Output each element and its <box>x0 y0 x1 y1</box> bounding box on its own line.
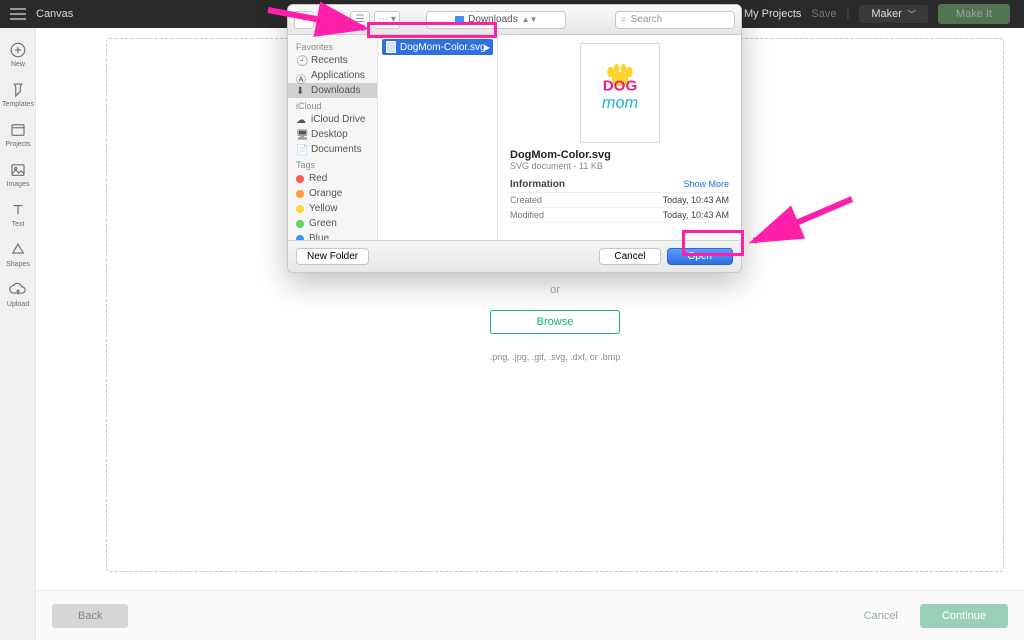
tag-green[interactable]: Green <box>288 216 377 231</box>
cancel-button[interactable]: Cancel <box>854 604 908 628</box>
sidebar-item-label: Desktop <box>311 129 348 140</box>
location-label: Downloads <box>468 14 517 25</box>
rail-text[interactable]: Text <box>0 194 36 234</box>
sidebar-item-label: Orange <box>309 188 342 199</box>
browse-button[interactable]: Browse <box>490 310 621 334</box>
preview-filekind: SVG document - 11 KB <box>510 161 729 171</box>
show-more-link[interactable]: Show More <box>683 179 729 190</box>
sidebar-item-label: Blue <box>309 233 329 240</box>
sidebar-heading-favorites: Favorites <box>288 39 377 53</box>
modified-value: Today, 10:43 AM <box>663 210 729 220</box>
sidebar-item-label: Downloads <box>311 85 360 96</box>
downloads-icon: ⬇ <box>296 86 306 96</box>
svg-text:mom: mom <box>601 94 637 112</box>
sidebar-item-downloads[interactable]: ⬇ Downloads <box>288 83 377 98</box>
sidebar-item-label: Recents <box>311 55 348 66</box>
annotation-arrow-file <box>260 0 390 40</box>
finder-dialog: ‹ › ☰ ⋯ ▾ Downloads ▲▼ ⌕ Search Favorite… <box>287 4 742 273</box>
modified-label: Modified <box>510 210 544 220</box>
cloud-icon: ☁ <box>296 115 306 125</box>
sidebar-item-label: Yellow <box>309 203 338 214</box>
sidebar-item-desktop[interactable]: 🖥 Desktop <box>288 127 377 142</box>
rail-label: Upload <box>7 301 29 308</box>
make-it-button[interactable]: Make It <box>938 4 1010 24</box>
supported-formats: .png, .jpg, .gif, .svg, .dxf, or .bmp <box>490 352 621 362</box>
file-icon <box>386 41 396 53</box>
updown-icon: ▲▼ <box>522 15 538 24</box>
tag-blue[interactable]: Blue <box>288 231 377 240</box>
tag-dot-icon <box>296 220 304 228</box>
my-projects-link[interactable]: My Projects <box>744 8 801 20</box>
file-row-selected[interactable]: DogMom-Color.svg <box>382 39 493 55</box>
continue-button[interactable]: Continue <box>920 604 1008 628</box>
rail-label: New <box>11 61 25 68</box>
finder-search[interactable]: ⌕ Search <box>615 11 735 29</box>
rail-upload[interactable]: Upload <box>0 274 36 314</box>
rail-projects[interactable]: Projects <box>0 114 36 154</box>
dropzone-or: or <box>550 284 560 296</box>
search-placeholder: Search <box>631 14 663 25</box>
page-title: Canvas <box>36 8 156 20</box>
folder-icon <box>455 16 464 23</box>
finder-footer: New Folder Cancel Open <box>288 240 741 272</box>
rail-label: Text <box>12 221 25 228</box>
tag-dot-icon <box>296 190 304 198</box>
rail-label: Images <box>7 181 30 188</box>
created-label: Created <box>510 195 542 205</box>
sidebar-heading-tags: Tags <box>288 157 377 171</box>
sidebar-item-label: Red <box>309 173 327 184</box>
location-popup[interactable]: Downloads ▲▼ <box>426 11 566 29</box>
svg-text:DOG: DOG <box>602 78 637 95</box>
tag-dot-icon <box>296 205 304 213</box>
sidebar-heading-icloud: iCloud <box>288 98 377 112</box>
bottom-bar: Back Cancel Continue <box>36 590 1024 640</box>
new-folder-button[interactable]: New Folder <box>296 248 369 265</box>
desktop-icon: 🖥 <box>296 130 306 140</box>
rail-label: Templates <box>2 101 34 108</box>
clock-icon: 🕘 <box>296 56 306 66</box>
save-button[interactable]: Save <box>811 8 836 20</box>
rail-label: Shapes <box>6 261 30 268</box>
rail-templates[interactable]: Templates <box>0 74 36 114</box>
rail-images[interactable]: Images <box>0 154 36 194</box>
rail-new[interactable]: New <box>0 34 36 74</box>
documents-icon: 📄 <box>296 145 306 155</box>
preview-thumbnail: DOG mom <box>580 43 660 143</box>
tag-orange[interactable]: Orange <box>288 186 377 201</box>
rail-label: Projects <box>5 141 30 148</box>
annotation-arrow-open <box>742 195 862 250</box>
menu-button[interactable] <box>0 0 36 28</box>
finder-sidebar: Favorites 🕘 Recents Ⓐ Applications ⬇ Downlo… <box>288 35 378 240</box>
sidebar-item-documents[interactable]: 📄 Documents <box>288 142 377 157</box>
finder-cancel-button[interactable]: Cancel <box>599 248 660 265</box>
back-button[interactable]: Back <box>52 604 128 628</box>
sidebar-item-recents[interactable]: 🕘 Recents <box>288 53 377 68</box>
left-rail: New Templates Projects Images Text Shape… <box>0 28 36 640</box>
machine-select[interactable]: Maker ﹀ <box>859 5 928 23</box>
preview-info-heading: Information <box>510 179 565 190</box>
chevron-down-icon: ﹀ <box>908 9 916 20</box>
rail-shapes[interactable]: Shapes <box>0 234 36 274</box>
sidebar-item-label: Documents <box>311 144 362 155</box>
machine-label: Maker <box>871 8 902 20</box>
separator: | <box>847 8 850 20</box>
sidebar-item-label: Green <box>309 218 337 229</box>
sidebar-item-applications[interactable]: Ⓐ Applications <box>288 68 377 83</box>
tag-red[interactable]: Red <box>288 171 377 186</box>
preview-filename: DogMom-Color.svg <box>510 149 729 161</box>
finder-preview-pane: DOG mom DogMom-Color.svg SVG document - … <box>498 35 741 240</box>
tag-yellow[interactable]: Yellow <box>288 201 377 216</box>
sidebar-item-label: Applications <box>311 70 365 81</box>
finder-file-list: DogMom-Color.svg <box>378 35 498 240</box>
tag-dot-icon <box>296 175 304 183</box>
finder-open-button[interactable]: Open <box>667 248 733 265</box>
file-name: DogMom-Color.svg <box>400 42 486 53</box>
apps-icon: Ⓐ <box>296 71 306 81</box>
search-icon: ⌕ <box>621 14 627 25</box>
created-value: Today, 10:43 AM <box>663 195 729 205</box>
tag-dot-icon <box>296 235 304 241</box>
sidebar-item-icloud-drive[interactable]: ☁ iCloud Drive <box>288 112 377 127</box>
sidebar-item-label: iCloud Drive <box>311 114 365 125</box>
